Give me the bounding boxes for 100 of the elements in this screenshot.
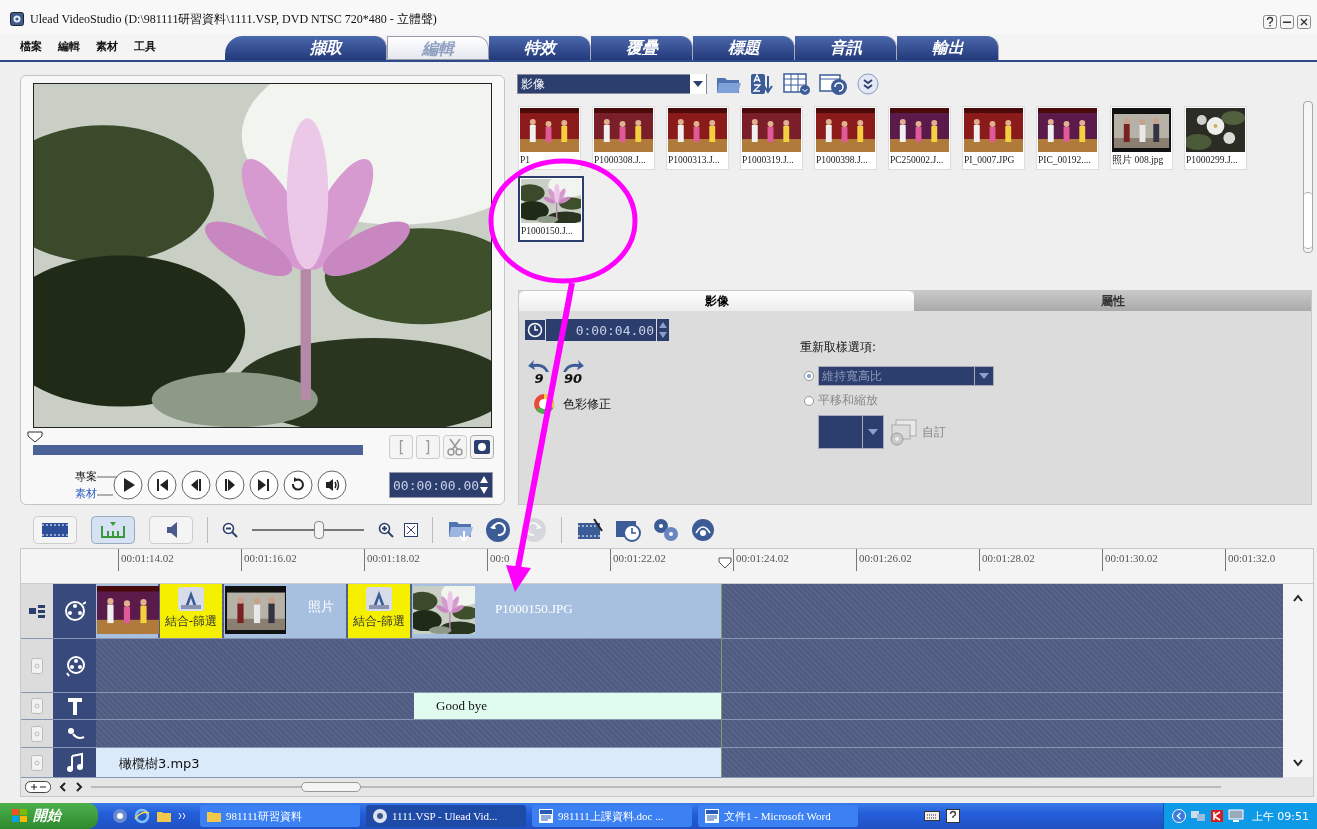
thumbnail-item[interactable]: P1 bbox=[518, 106, 581, 170]
spinner-icon[interactable] bbox=[479, 474, 490, 496]
close-icon[interactable] bbox=[1297, 15, 1311, 29]
taskbar-button[interactable]: 文件1 - Microsoft Word bbox=[698, 805, 858, 827]
timecode-field[interactable]: 00:00:00.00 bbox=[389, 472, 493, 498]
zoom-out-icon[interactable] bbox=[222, 522, 238, 538]
thumbnail-item[interactable]: P1000308.J... bbox=[592, 106, 655, 170]
scrollbar[interactable] bbox=[1283, 584, 1313, 778]
thumbnail-item[interactable]: P1000313.J... bbox=[666, 106, 729, 170]
step-tab[interactable]: 擷取 bbox=[225, 36, 387, 60]
browser-icon[interactable] bbox=[134, 808, 150, 824]
transition-clip[interactable]: 結合-篩選 bbox=[160, 584, 222, 639]
taskbar-button[interactable]: 981111上課資料.doc ... bbox=[532, 805, 692, 827]
menu-item[interactable]: 工具 bbox=[134, 39, 156, 54]
thumbnail-item[interactable]: PIC_00192.... bbox=[1036, 106, 1099, 170]
step-back-icon[interactable] bbox=[181, 470, 211, 500]
menu-item[interactable]: 檔案 bbox=[20, 39, 42, 54]
audio-clip[interactable]: 橄欖樹3.mp3 bbox=[96, 747, 721, 778]
chevron-icon[interactable] bbox=[178, 811, 186, 821]
expand-icon[interactable] bbox=[857, 73, 879, 95]
collapse-icon[interactable] bbox=[1171, 809, 1186, 823]
title-clip[interactable]: Good bye bbox=[414, 692, 721, 720]
category-dropdown[interactable]: 影像 bbox=[517, 74, 707, 94]
time-label: 00:01:14.02 bbox=[118, 549, 241, 571]
play-icon[interactable] bbox=[113, 470, 143, 500]
scroll-thumb[interactable] bbox=[1304, 192, 1312, 249]
keyboard-icon[interactable] bbox=[924, 809, 940, 821]
slider-thumb[interactable] bbox=[314, 521, 325, 539]
step-forward-icon[interactable] bbox=[215, 470, 245, 500]
windows-logo-icon bbox=[12, 809, 28, 823]
scroll-left-icon[interactable] bbox=[59, 782, 67, 793]
photo-clip[interactable] bbox=[96, 584, 158, 639]
rotate-right-button[interactable]: 90 bbox=[561, 359, 585, 385]
menu-item[interactable]: 編輯 bbox=[58, 39, 80, 54]
help-icon[interactable] bbox=[1263, 15, 1277, 29]
scrub-handle[interactable] bbox=[27, 431, 43, 444]
thumbnail-item[interactable]: 照片 008.jpg bbox=[1110, 106, 1173, 170]
scroll-right-icon[interactable] bbox=[75, 782, 83, 793]
minimize-icon[interactable] bbox=[1280, 15, 1294, 29]
import-clip-icon[interactable] bbox=[819, 72, 849, 96]
add-track-icon[interactable] bbox=[25, 781, 51, 794]
scrollbar[interactable] bbox=[1303, 101, 1313, 253]
step-tab[interactable]: 特效 bbox=[489, 36, 591, 60]
taskbar-button[interactable]: 981111研習資料 bbox=[200, 805, 360, 827]
step-tab[interactable]: 覆疊 bbox=[591, 36, 693, 60]
duration-field[interactable]: 0:00:04.00 bbox=[546, 319, 656, 341]
panel-tab[interactable]: 影像 bbox=[519, 291, 914, 311]
video-track-icon bbox=[63, 600, 86, 623]
antivirus-icon[interactable] bbox=[1209, 809, 1224, 823]
mode-option[interactable]: 專案 bbox=[75, 469, 97, 484]
photo-clip[interactable] bbox=[224, 584, 286, 639]
taskbar-button[interactable]: 1111.VSP - Ulead Vid... bbox=[366, 805, 526, 827]
monitor-icon[interactable] bbox=[1227, 809, 1244, 823]
time-label: 00:01:30.02 bbox=[1102, 549, 1225, 571]
rotate-arrow-icon bbox=[527, 359, 551, 373]
snapshot-icon[interactable] bbox=[470, 435, 494, 460]
thumbnail-item[interactable]: P1000398.J... bbox=[814, 106, 877, 170]
playhead-icon[interactable] bbox=[718, 557, 732, 569]
time-label: 00:01:16.02 bbox=[241, 549, 364, 571]
thumbnail-item[interactable]: PC250002.J... bbox=[888, 106, 951, 170]
transition-clip[interactable]: 結合-篩選 bbox=[348, 584, 410, 639]
time-label: 00:01:26.02 bbox=[856, 549, 979, 571]
time-label: 00:01:24.02 bbox=[733, 549, 856, 571]
thumbnail-item[interactable]: P1000319.J... bbox=[740, 106, 803, 170]
rotate-arrow-icon bbox=[561, 359, 585, 373]
menu-item[interactable]: 素材 bbox=[96, 39, 118, 54]
step-tab[interactable]: 輸出 bbox=[897, 36, 999, 60]
scroll-up-icon[interactable] bbox=[1293, 594, 1303, 603]
zoom-in-icon[interactable] bbox=[378, 522, 394, 538]
storyboard-view-icon[interactable] bbox=[33, 516, 77, 544]
mode-option[interactable]: 素材 bbox=[75, 486, 97, 501]
thumbnail-label: P1000313.J... bbox=[668, 154, 721, 167]
color-wheel-icon[interactable] bbox=[533, 393, 555, 415]
thumbnail-label: P1000150.J... bbox=[521, 225, 574, 238]
track-manager-icon[interactable] bbox=[28, 604, 46, 619]
media-icon[interactable] bbox=[112, 808, 128, 824]
word-icon bbox=[704, 808, 720, 824]
audio-view-icon[interactable] bbox=[149, 516, 193, 544]
step-tab[interactable]: 標題 bbox=[693, 36, 795, 60]
thumbnail-item[interactable]: PI_0007.JPG bbox=[962, 106, 1025, 170]
rotate-left-button[interactable]: 9 bbox=[527, 359, 551, 385]
fit-icon[interactable] bbox=[404, 523, 418, 537]
thumbnail-item[interactable]: P1000150.J... bbox=[518, 176, 584, 242]
volume-icon[interactable] bbox=[317, 470, 347, 500]
repeat-icon[interactable] bbox=[283, 470, 313, 500]
window-title: Ulead VideoStudio (D:\981111研習資料\1111.VSP, DVD NTSC 720*480 - 立體聲) bbox=[30, 12, 437, 26]
sort-icon[interactable] bbox=[749, 72, 775, 96]
panel-tab[interactable]: 屬性 bbox=[914, 291, 1311, 311]
help-icon[interactable] bbox=[946, 809, 960, 823]
thumbnail-item[interactable]: P1000299.J... bbox=[1184, 106, 1247, 170]
scroll-thumb[interactable] bbox=[301, 782, 361, 793]
reels-icon[interactable] bbox=[652, 517, 680, 543]
view-options-icon[interactable] bbox=[783, 72, 811, 96]
timeline-view-icon[interactable] bbox=[91, 516, 135, 544]
skip-back-icon[interactable] bbox=[147, 470, 177, 500]
skip-forward-icon[interactable] bbox=[249, 470, 279, 500]
step-tab[interactable]: 音訊 bbox=[795, 36, 897, 60]
undo-icon[interactable] bbox=[485, 517, 511, 543]
time-label: 00:01:28.02 bbox=[979, 549, 1102, 571]
scroll-down-icon[interactable] bbox=[1293, 759, 1303, 768]
